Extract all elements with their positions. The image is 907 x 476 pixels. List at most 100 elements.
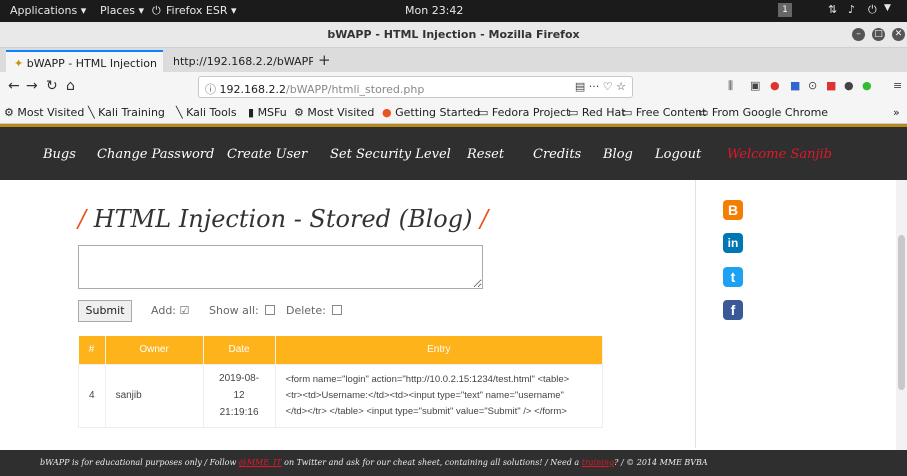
maximize-button[interactable]: □ [872, 28, 885, 41]
footer-text: bWAPP is for educational purposes only /… [40, 458, 239, 467]
chevron-down-icon[interactable]: ▼ [884, 3, 898, 17]
page-actions[interactable]: ▤ ··· ♡ ☆ [575, 80, 626, 93]
window-titlebar: bWAPP - HTML Injection - Mozilla Firefox… [0, 22, 907, 48]
bookmark-most-visited-2[interactable]: ⚙ Most Visited [294, 106, 374, 119]
delete-checkbox[interactable] [332, 305, 343, 315]
add-label: Add: [151, 304, 177, 317]
reload-icon[interactable]: ↻ [46, 78, 58, 94]
tab-bwapp[interactable]: ✦ bWAPP - HTML Injection ✕ [6, 50, 163, 72]
bookmark-label: Red Hat [581, 106, 626, 119]
bookmark-label: Getting Started [395, 106, 481, 119]
back-icon[interactable]: ← [8, 78, 20, 94]
blog-table: # Owner Date Entry 4 sanjib 2019-08-12 2… [78, 336, 604, 428]
menu-set-security-level[interactable]: Set Security Level [330, 147, 451, 162]
extension-icon[interactable]: ● [770, 79, 780, 92]
facebook-icon[interactable]: f [723, 300, 743, 320]
table-header-row: # Owner Date Entry [78, 336, 604, 364]
title-slash: / [78, 205, 87, 233]
menu-logout[interactable]: Logout [655, 147, 701, 162]
show-all-checkbox[interactable] [265, 305, 276, 315]
table-row: 4 sanjib 2019-08-12 21:19:16 <form name=… [78, 363, 604, 428]
delete-label: Delete: [286, 304, 326, 317]
menu-welcome: Welcome Sanjib [727, 147, 832, 162]
extension-icon[interactable]: ● [844, 79, 854, 92]
page-action-icons[interactable]: ··· ♡ ☆ [589, 80, 626, 93]
close-button[interactable]: ✕ [892, 28, 905, 41]
network-icon[interactable]: ⇅ [828, 3, 842, 17]
bookmark-kali-tools[interactable]: ╲ Kali Tools [176, 106, 237, 119]
menu-bugs[interactable]: Bugs [43, 147, 76, 162]
window-title: bWAPP - HTML Injection - Mozilla Firefox [327, 28, 580, 41]
bookmark-red-hat[interactable]: ▭ Red Hat [568, 106, 626, 119]
date-time: 21:19:16 [219, 407, 259, 418]
add-checkbox[interactable]: ☑ [180, 304, 190, 317]
cell-date: 2019-08-12 21:19:16 [202, 363, 276, 428]
forward-icon[interactable]: → [26, 78, 38, 94]
bookmark-fedora-project[interactable]: ▭ Fedora Project [478, 106, 571, 119]
entry-line: </td></tr> </table> <input type="submit"… [285, 405, 567, 417]
menu-icon[interactable]: ≡ [893, 79, 902, 92]
firefox-app-menu[interactable]: Firefox ESR ▾ [166, 4, 237, 17]
desktop-top-bar: Applications ▾ Places ▾ ⏻ Firefox ESR ▾ … [0, 0, 907, 22]
bookmark-most-visited[interactable]: ⚙ Most Visited [4, 106, 84, 119]
menu-change-password[interactable]: Change Password [97, 147, 214, 162]
bookmark-msfu[interactable]: ▮ MSFu [248, 106, 287, 119]
extension-icon[interactable]: ⊙ [808, 79, 817, 92]
bookmark-from-google-chrome[interactable]: ▭ From Google Chrome [698, 106, 828, 119]
cell-id: 4 [78, 363, 106, 428]
firefox-app-icon: ⏻ [152, 4, 161, 17]
menu-create-user[interactable]: Create User [227, 147, 307, 162]
sidebar-icon[interactable]: ▣ [750, 79, 760, 92]
clock[interactable]: Mon 23:42 [405, 4, 463, 17]
cell-owner: sanjib [104, 363, 204, 428]
menu-credits[interactable]: Credits [533, 147, 581, 162]
places-menu[interactable]: Places ▾ [100, 4, 144, 17]
home-icon[interactable]: ⌂ [66, 78, 75, 94]
minimize-button[interactable]: – [852, 28, 865, 41]
entry-line: <tr><td>Username:</td><td><input type="t… [285, 389, 564, 401]
tab-second[interactable]: http://192.168.2.2/bWAPP/h [165, 50, 313, 72]
footer-text: ? / © 2014 MME BVBA [614, 458, 708, 467]
blogger-icon[interactable]: B [723, 200, 743, 220]
menu-reset[interactable]: Reset [467, 147, 504, 162]
linkedin-icon[interactable]: in [723, 233, 743, 253]
extension-icon[interactable]: ■ [826, 79, 836, 92]
add-option: Add: ☑ [151, 304, 189, 317]
submit-button[interactable]: Submit [78, 300, 132, 322]
bookmark-free-content[interactable]: ▭ Free Content [622, 106, 706, 119]
show-all-option: Show all: [209, 304, 276, 317]
library-icon[interactable]: ⫼ [728, 79, 733, 93]
twitter-icon[interactable]: t [723, 267, 743, 287]
workspace-indicator[interactable]: 1 [778, 3, 792, 17]
header-entry: Entry [275, 336, 604, 364]
entry-line: <form name="login" action="http://10.0.2… [285, 373, 570, 385]
date-day: 2019-08-12 [219, 373, 260, 401]
menu-blog[interactable]: Blog [603, 147, 633, 162]
page-scrollbar[interactable] [896, 180, 907, 450]
bookmark-getting-started[interactable]: ● Getting Started [382, 106, 480, 119]
title-text: HTML Injection - Stored (Blog) [93, 205, 473, 233]
blog-entry-textarea[interactable] [78, 245, 483, 289]
new-tab-icon[interactable]: + [318, 51, 331, 69]
content-divider [695, 180, 696, 448]
bookmark-label: Most Visited [307, 106, 375, 119]
footer-training-link[interactable]: training [582, 458, 614, 467]
info-icon[interactable]: ⓘ [205, 83, 216, 96]
bookmark-kali-training[interactable]: ╲ Kali Training [88, 106, 165, 119]
scrollbar-thumb[interactable] [898, 235, 905, 390]
reader-view-icon[interactable]: ▤ [575, 80, 585, 93]
bookmarks-overflow-icon[interactable]: » [893, 106, 900, 119]
header-owner: Owner [105, 336, 204, 364]
url-bar[interactable]: ⓘ 192.168.2.2/bWAPP/htmli_stored.php ▤ ·… [198, 76, 633, 98]
extension-icon[interactable]: ● [862, 79, 872, 92]
extension-icon[interactable]: ■ [790, 79, 800, 92]
applications-menu[interactable]: Applications ▾ [10, 4, 86, 17]
bookmark-label: Most Visited [17, 106, 85, 119]
page-footer: bWAPP is for educational purposes only /… [0, 450, 907, 476]
power-icon[interactable]: ⏻ [868, 3, 882, 17]
bookmark-label: Kali Tools [186, 106, 237, 119]
tab-label: http://192.168.2.2/bWAPP/h [173, 55, 313, 68]
bwapp-menu: Bugs Change Password Create User Set Sec… [0, 124, 907, 180]
audio-icon[interactable]: ♪ [848, 3, 862, 17]
footer-twitter-link[interactable]: @MME_IT [239, 458, 282, 467]
